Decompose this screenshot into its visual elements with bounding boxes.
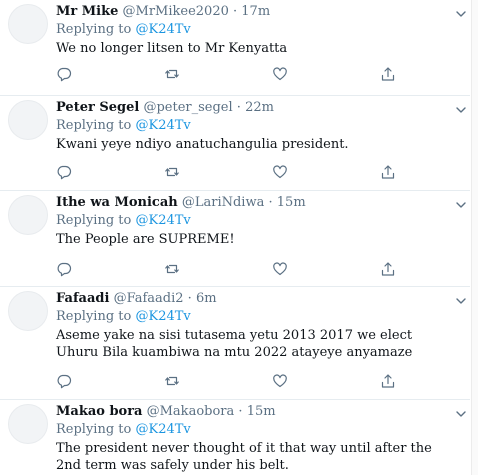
reply-icon[interactable] — [56, 373, 72, 389]
action-bar — [56, 373, 401, 389]
share-icon[interactable] — [380, 164, 396, 180]
share-icon[interactable] — [380, 373, 396, 389]
tweet-text: Kwani yeye ndiyo anatuchangulia presiden… — [56, 137, 349, 152]
tweet-text: The president never thought of it that w… — [56, 441, 432, 473]
mention-link[interactable]: @K24Tv — [135, 309, 190, 324]
like-icon[interactable] — [272, 261, 288, 277]
replying-to: Replying to @K24Tv — [56, 118, 191, 134]
replying-to: Replying to @K24Tv — [56, 213, 191, 229]
scrollbar[interactable] — [471, 0, 478, 475]
tweet[interactable]: Peter Segel @peter_segel · 22m Replying … — [0, 96, 470, 191]
separator-dot: · — [268, 195, 273, 210]
separator-dot: · — [187, 291, 192, 306]
timestamp[interactable]: 6m — [196, 291, 217, 306]
tweet[interactable]: Makao bora @Makaobora · 15m Replying to … — [0, 400, 470, 475]
tweet-header: Mr Mike @MrMikee2020 · 17m — [56, 4, 270, 20]
author-handle[interactable]: @MrMikee2020 — [123, 4, 229, 19]
reply-icon[interactable] — [56, 261, 72, 277]
avatar[interactable] — [8, 291, 48, 331]
tweet[interactable]: Fafaadi @Fafaadi2 · 6m Replying to @K24T… — [0, 287, 470, 400]
timestamp[interactable]: 15m — [247, 404, 276, 419]
action-bar — [56, 164, 401, 180]
tweet-text: Aseme yake na sisi tutasema yetu 2013 20… — [56, 328, 413, 360]
tweet-header: Fafaadi @Fafaadi2 · 6m — [56, 291, 217, 307]
tweet-header: Makao bora @Makaobora · 15m — [56, 404, 276, 420]
timestamp[interactable]: 22m — [245, 100, 274, 115]
tweet-header: Ithe wa Monicah @LariNdiwa · 15m — [56, 195, 306, 211]
replying-to: Replying to @K24Tv — [56, 22, 191, 38]
tweet[interactable]: Mr Mike @MrMikee2020 · 17m Replying to @… — [0, 0, 470, 96]
like-icon[interactable] — [272, 164, 288, 180]
tweet-header: Peter Segel @peter_segel · 22m — [56, 100, 274, 116]
replying-to-label: Replying to — [56, 422, 132, 437]
mention-link[interactable]: @K24Tv — [135, 213, 190, 228]
retweet-icon[interactable] — [164, 66, 180, 82]
replying-to-label: Replying to — [56, 22, 132, 37]
author-name[interactable]: Fafaadi — [56, 291, 109, 306]
replying-to: Replying to @K24Tv — [56, 422, 191, 438]
retweet-icon[interactable] — [164, 164, 180, 180]
avatar[interactable] — [8, 404, 48, 444]
reply-icon[interactable] — [56, 66, 72, 82]
timestamp[interactable]: 15m — [277, 195, 306, 210]
tweet-text: The People are SUPREME! — [56, 232, 235, 247]
share-icon[interactable] — [380, 261, 396, 277]
more-caret-icon[interactable] — [454, 102, 468, 116]
author-name[interactable]: Mr Mike — [56, 4, 118, 19]
separator-dot: · — [238, 404, 243, 419]
author-name[interactable]: Makao bora — [56, 404, 142, 419]
mention-link[interactable]: @K24Tv — [135, 422, 190, 437]
avatar[interactable] — [8, 195, 48, 235]
avatar[interactable] — [8, 4, 48, 44]
share-icon[interactable] — [380, 66, 396, 82]
author-name[interactable]: Ithe wa Monicah — [56, 195, 178, 210]
reply-icon[interactable] — [56, 164, 72, 180]
mention-link[interactable]: @K24Tv — [135, 22, 190, 37]
mention-link[interactable]: @K24Tv — [135, 118, 190, 133]
timestamp[interactable]: 17m — [241, 4, 270, 19]
more-caret-icon[interactable] — [454, 293, 468, 307]
tweet[interactable]: Ithe wa Monicah @LariNdiwa · 15m Replyin… — [0, 191, 470, 287]
author-handle[interactable]: @Makaobora — [147, 404, 235, 419]
like-icon[interactable] — [272, 373, 288, 389]
action-bar — [56, 261, 401, 277]
author-handle[interactable]: @Fafaadi2 — [114, 291, 184, 306]
retweet-icon[interactable] — [164, 261, 180, 277]
replying-to-label: Replying to — [56, 118, 132, 133]
author-handle[interactable]: @LariNdiwa — [182, 195, 265, 210]
more-caret-icon[interactable] — [454, 6, 468, 20]
replying-to: Replying to @K24Tv — [56, 309, 191, 325]
more-caret-icon[interactable] — [454, 197, 468, 211]
separator-dot: · — [236, 100, 241, 115]
replying-to-label: Replying to — [56, 309, 132, 324]
author-handle[interactable]: @peter_segel — [143, 100, 232, 115]
author-name[interactable]: Peter Segel — [56, 100, 139, 115]
tweet-text: We no longer litsen to Mr Kenyatta — [56, 41, 288, 56]
separator-dot: · — [233, 4, 238, 19]
retweet-icon[interactable] — [164, 373, 180, 389]
like-icon[interactable] — [272, 66, 288, 82]
avatar[interactable] — [8, 100, 48, 140]
replying-to-label: Replying to — [56, 213, 132, 228]
action-bar — [56, 66, 401, 82]
more-caret-icon[interactable] — [454, 406, 468, 420]
